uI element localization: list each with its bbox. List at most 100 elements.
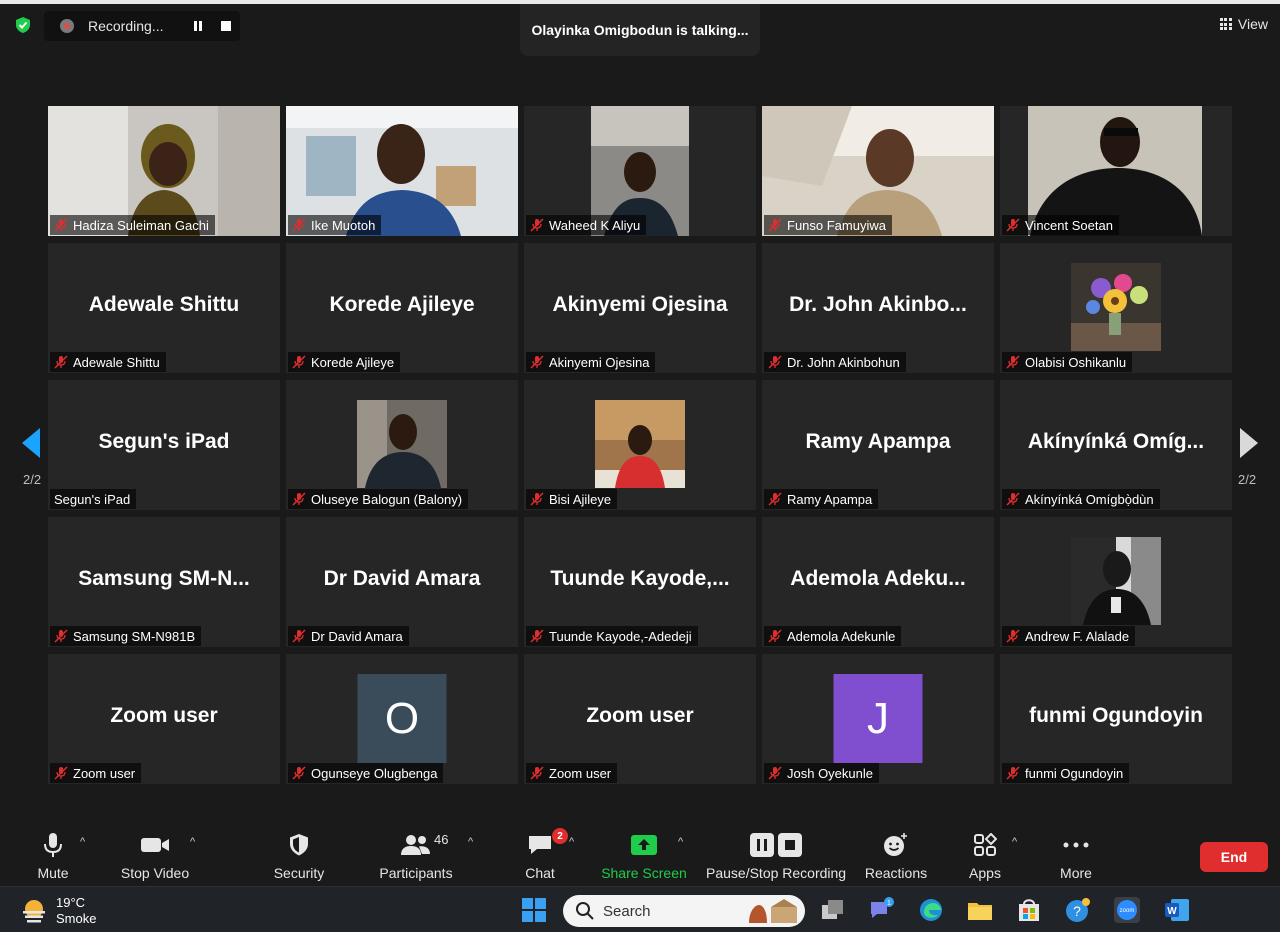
- participant-tile[interactable]: Vincent Soetan: [1000, 106, 1232, 236]
- participant-tile[interactable]: O Ogunseye Olugbenga: [286, 654, 518, 784]
- muted-mic-icon: [530, 629, 544, 643]
- help-app-icon[interactable]: ?: [1065, 897, 1091, 923]
- svg-text:?: ?: [1073, 903, 1081, 919]
- security-button[interactable]: Security: [270, 830, 328, 881]
- next-page-arrow-icon[interactable]: [1240, 428, 1258, 458]
- participant-tile[interactable]: J Josh Oyekunle: [762, 654, 994, 784]
- participant-name-tag: Funso Famuyiwa: [764, 215, 892, 235]
- participant-tile[interactable]: Tuunde Kayode,... Tuunde Kayode,-Adedeji: [524, 517, 756, 647]
- task-view-icon[interactable]: [820, 897, 846, 923]
- participant-name-tag: Samsung SM-N981B: [50, 626, 202, 646]
- previous-page-arrow-icon[interactable]: [22, 428, 40, 458]
- participant-display-name: Adewale Shittu: [88, 293, 240, 316]
- apps-options-caret-icon[interactable]: ^: [1012, 836, 1017, 848]
- view-button[interactable]: View: [1219, 14, 1268, 34]
- participant-name-tag: funmi Ogundoyin: [1002, 763, 1130, 783]
- share-screen-button[interactable]: Share Screen: [600, 830, 688, 881]
- participant-tile[interactable]: Akínyínká Omíg... Akínyínká Omígbọ̀dùn: [1000, 380, 1232, 510]
- participant-name-tag: Zoom user: [526, 763, 618, 783]
- mute-button[interactable]: Mute: [30, 830, 76, 881]
- muted-mic-icon: [768, 355, 782, 369]
- muted-mic-icon: [1006, 492, 1020, 506]
- pause-recording-button[interactable]: [184, 14, 212, 38]
- participant-tile[interactable]: Funso Famuyiwa: [762, 106, 994, 236]
- muted-mic-icon: [768, 492, 782, 506]
- recording-dot-icon: [60, 19, 74, 33]
- muted-mic-icon: [1006, 355, 1020, 369]
- more-button[interactable]: More: [1056, 830, 1096, 881]
- participant-name-tag: Tuunde Kayode,-Adedeji: [526, 626, 698, 646]
- participants-options-caret-icon[interactable]: ^: [468, 836, 473, 848]
- share-screen-icon: [631, 835, 657, 855]
- taskbar-search[interactable]: Search: [563, 895, 805, 927]
- weather-widget[interactable]: 19°C Smoke: [20, 895, 96, 927]
- view-label: View: [1237, 16, 1268, 32]
- participants-button[interactable]: 46 Participants: [378, 830, 454, 881]
- muted-mic-icon: [530, 355, 544, 369]
- participant-name: Hadiza Suleiman Gachi: [73, 217, 209, 233]
- participant-tile[interactable]: Dr. John Akinbo... Dr. John Akinbohun: [762, 243, 994, 373]
- participant-tile[interactable]: Bisi Ajileye: [524, 380, 756, 510]
- video-options-caret-icon[interactable]: ^: [190, 836, 195, 848]
- stop-recording-button[interactable]: [212, 14, 240, 38]
- chat-button[interactable]: 2 Chat: [522, 828, 568, 881]
- participant-tile[interactable]: Segun's iPad Segun's iPad: [48, 380, 280, 510]
- participant-tile[interactable]: Samsung SM-N... Samsung SM-N981B: [48, 517, 280, 647]
- participant-name-tag: Ramy Apampa: [764, 489, 879, 509]
- participant-tile[interactable]: Zoom user Zoom user: [524, 654, 756, 784]
- zoom-app-icon[interactable]: zoom: [1114, 897, 1140, 923]
- security-label: Security: [273, 865, 325, 881]
- share-options-caret-icon[interactable]: ^: [678, 836, 683, 848]
- muted-mic-icon: [54, 766, 68, 780]
- participant-tile[interactable]: Zoom user Zoom user: [48, 654, 280, 784]
- participant-tile[interactable]: Ramy Apampa Ramy Apampa: [762, 380, 994, 510]
- participant-tile[interactable]: Waheed K Aliyu: [524, 106, 756, 236]
- chat-options-caret-icon[interactable]: ^: [569, 836, 574, 848]
- search-highlight-icon: [749, 899, 797, 923]
- participant-tile[interactable]: Andrew F. Alalade: [1000, 517, 1232, 647]
- encryption-shield-icon[interactable]: [14, 16, 32, 34]
- mute-options-caret-icon[interactable]: ^: [80, 836, 85, 848]
- reactions-label: Reactions: [864, 865, 928, 881]
- reactions-button[interactable]: Reactions: [864, 830, 928, 881]
- participant-tile[interactable]: funmi Ogundoyin funmi Ogundoyin: [1000, 654, 1232, 784]
- participant-tile[interactable]: Hadiza Suleiman Gachi: [48, 106, 280, 236]
- stop-recording-icon: [778, 833, 802, 857]
- end-meeting-button[interactable]: End: [1200, 842, 1268, 872]
- microsoft-store-icon[interactable]: [1016, 897, 1042, 923]
- participant-tile[interactable]: Oluseye Balogun (Balony): [286, 380, 518, 510]
- word-app-icon[interactable]: W: [1164, 897, 1190, 923]
- stop-video-button[interactable]: Stop Video: [118, 830, 192, 881]
- participant-tile[interactable]: Ademola Adeku... Ademola Adekunle: [762, 517, 994, 647]
- apps-button[interactable]: Apps: [966, 830, 1004, 881]
- participant-name: Zoom user: [549, 765, 612, 781]
- muted-mic-icon: [1006, 629, 1020, 643]
- participant-name: Waheed K Aliyu: [549, 217, 641, 233]
- muted-mic-icon: [292, 218, 306, 232]
- windows-start-icon[interactable]: [521, 897, 547, 923]
- participant-tile[interactable]: Adewale Shittu Adewale Shittu: [48, 243, 280, 373]
- participant-name: Josh Oyekunle: [787, 765, 873, 781]
- participant-tile[interactable]: Korede Ajileye Korede Ajileye: [286, 243, 518, 373]
- teams-chat-icon[interactable]: 1: [868, 897, 894, 923]
- participant-display-name: funmi Ogundoyin: [1029, 704, 1203, 727]
- participant-tile[interactable]: Akinyemi Ojesina Akinyemi Ojesina: [524, 243, 756, 373]
- edge-browser-icon[interactable]: [918, 897, 944, 923]
- muted-mic-icon: [292, 492, 306, 506]
- participant-name: Funso Famuyiwa: [787, 217, 886, 233]
- share-screen-label: Share Screen: [601, 865, 687, 881]
- participant-name-tag: Bisi Ajileye: [526, 489, 618, 509]
- participant-tile[interactable]: Olabisi Oshikanlu: [1000, 243, 1232, 373]
- pause-stop-recording-button[interactable]: Pause/Stop Recording: [706, 830, 846, 881]
- participant-name: Ogunseye Olugbenga: [311, 765, 438, 781]
- chat-bubble-icon: [529, 836, 551, 854]
- participant-name: funmi Ogundoyin: [1025, 765, 1124, 781]
- participant-tile[interactable]: Ike Muotoh: [286, 106, 518, 236]
- participant-tile[interactable]: Dr David Amara Dr David Amara: [286, 517, 518, 647]
- participant-display-name: Ademola Adeku...: [790, 567, 966, 590]
- participant-name: Adewale Shittu: [73, 354, 160, 370]
- file-explorer-icon[interactable]: [967, 897, 993, 923]
- participant-name-tag: Andrew F. Alalade: [1002, 626, 1136, 646]
- participant-name-tag: Korede Ajileye: [288, 352, 401, 372]
- participant-name-tag: Waheed K Aliyu: [526, 215, 647, 235]
